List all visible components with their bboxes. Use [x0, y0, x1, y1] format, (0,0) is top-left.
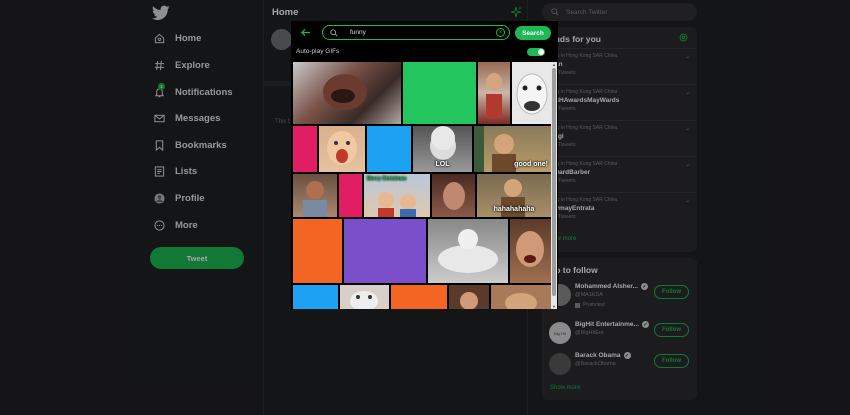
gif-tile[interactable] — [340, 285, 389, 309]
gif-tile[interactable] — [293, 285, 338, 309]
gif-tile[interactable]: good one! — [474, 126, 551, 172]
gif-tile[interactable]: Merry Christmas — [364, 174, 430, 217]
gif-tile[interactable] — [510, 219, 551, 283]
gif-grid: LOL good one! Merry Christmas hahahahaha — [293, 62, 551, 309]
gif-tile[interactable]: hahahahaha — [477, 174, 551, 217]
gif-image — [486, 73, 502, 118]
gif-tile[interactable] — [432, 174, 475, 217]
scroll-down-arrow-icon[interactable]: ▼ — [551, 304, 557, 309]
gif-tile[interactable] — [344, 219, 426, 283]
gif-tile[interactable] — [491, 285, 551, 309]
gif-image — [505, 293, 537, 309]
autoplay-label: Auto-play GIFs — [296, 48, 340, 55]
gif-tile[interactable] — [512, 62, 551, 124]
gif-caption: LOL — [435, 161, 450, 168]
gif-tile[interactable] — [449, 285, 489, 309]
gif-tile[interactable] — [293, 62, 401, 124]
gif-tile[interactable] — [391, 285, 447, 309]
gif-caption: good one! — [514, 161, 548, 168]
gif-tile[interactable]: LOL — [413, 126, 472, 172]
gif-search-button[interactable]: Search — [515, 26, 551, 40]
gif-image — [516, 73, 548, 115]
search-icon — [330, 28, 338, 37]
gif-tile[interactable] — [293, 126, 317, 172]
clear-search-icon[interactable]: × — [496, 28, 505, 37]
gif-search-input[interactable]: funny × — [322, 25, 510, 40]
gif-search-value: funny — [350, 29, 366, 36]
gif-tile[interactable] — [367, 126, 411, 172]
gif-tile[interactable] — [293, 174, 337, 217]
gif-grid-scrollbar[interactable]: ▲ ▼ — [551, 62, 557, 309]
gif-image — [303, 181, 327, 217]
gif-tile[interactable] — [339, 174, 362, 217]
autoplay-toggle[interactable] — [527, 48, 545, 56]
gif-caption: Merry Christmas — [367, 176, 407, 182]
gif-image — [460, 292, 478, 309]
gif-image — [443, 182, 465, 210]
gif-tile[interactable] — [293, 219, 342, 283]
back-arrow-icon[interactable] — [300, 27, 311, 38]
gif-image — [327, 131, 357, 165]
gif-image — [438, 229, 498, 273]
gif-tile[interactable] — [428, 219, 508, 283]
gif-image — [516, 231, 544, 267]
gif-tile[interactable] — [478, 62, 510, 124]
gif-caption: hahahahaha — [493, 206, 535, 213]
scroll-thumb[interactable] — [552, 68, 556, 296]
scroll-up-arrow-icon[interactable]: ▲ — [551, 62, 557, 67]
gif-tile[interactable] — [403, 62, 476, 124]
gif-tile[interactable] — [319, 126, 365, 172]
gif-image — [323, 74, 367, 110]
gif-picker-modal: funny × Search Auto-play GIFs LOL good o… — [291, 21, 558, 309]
gif-image — [350, 291, 378, 309]
